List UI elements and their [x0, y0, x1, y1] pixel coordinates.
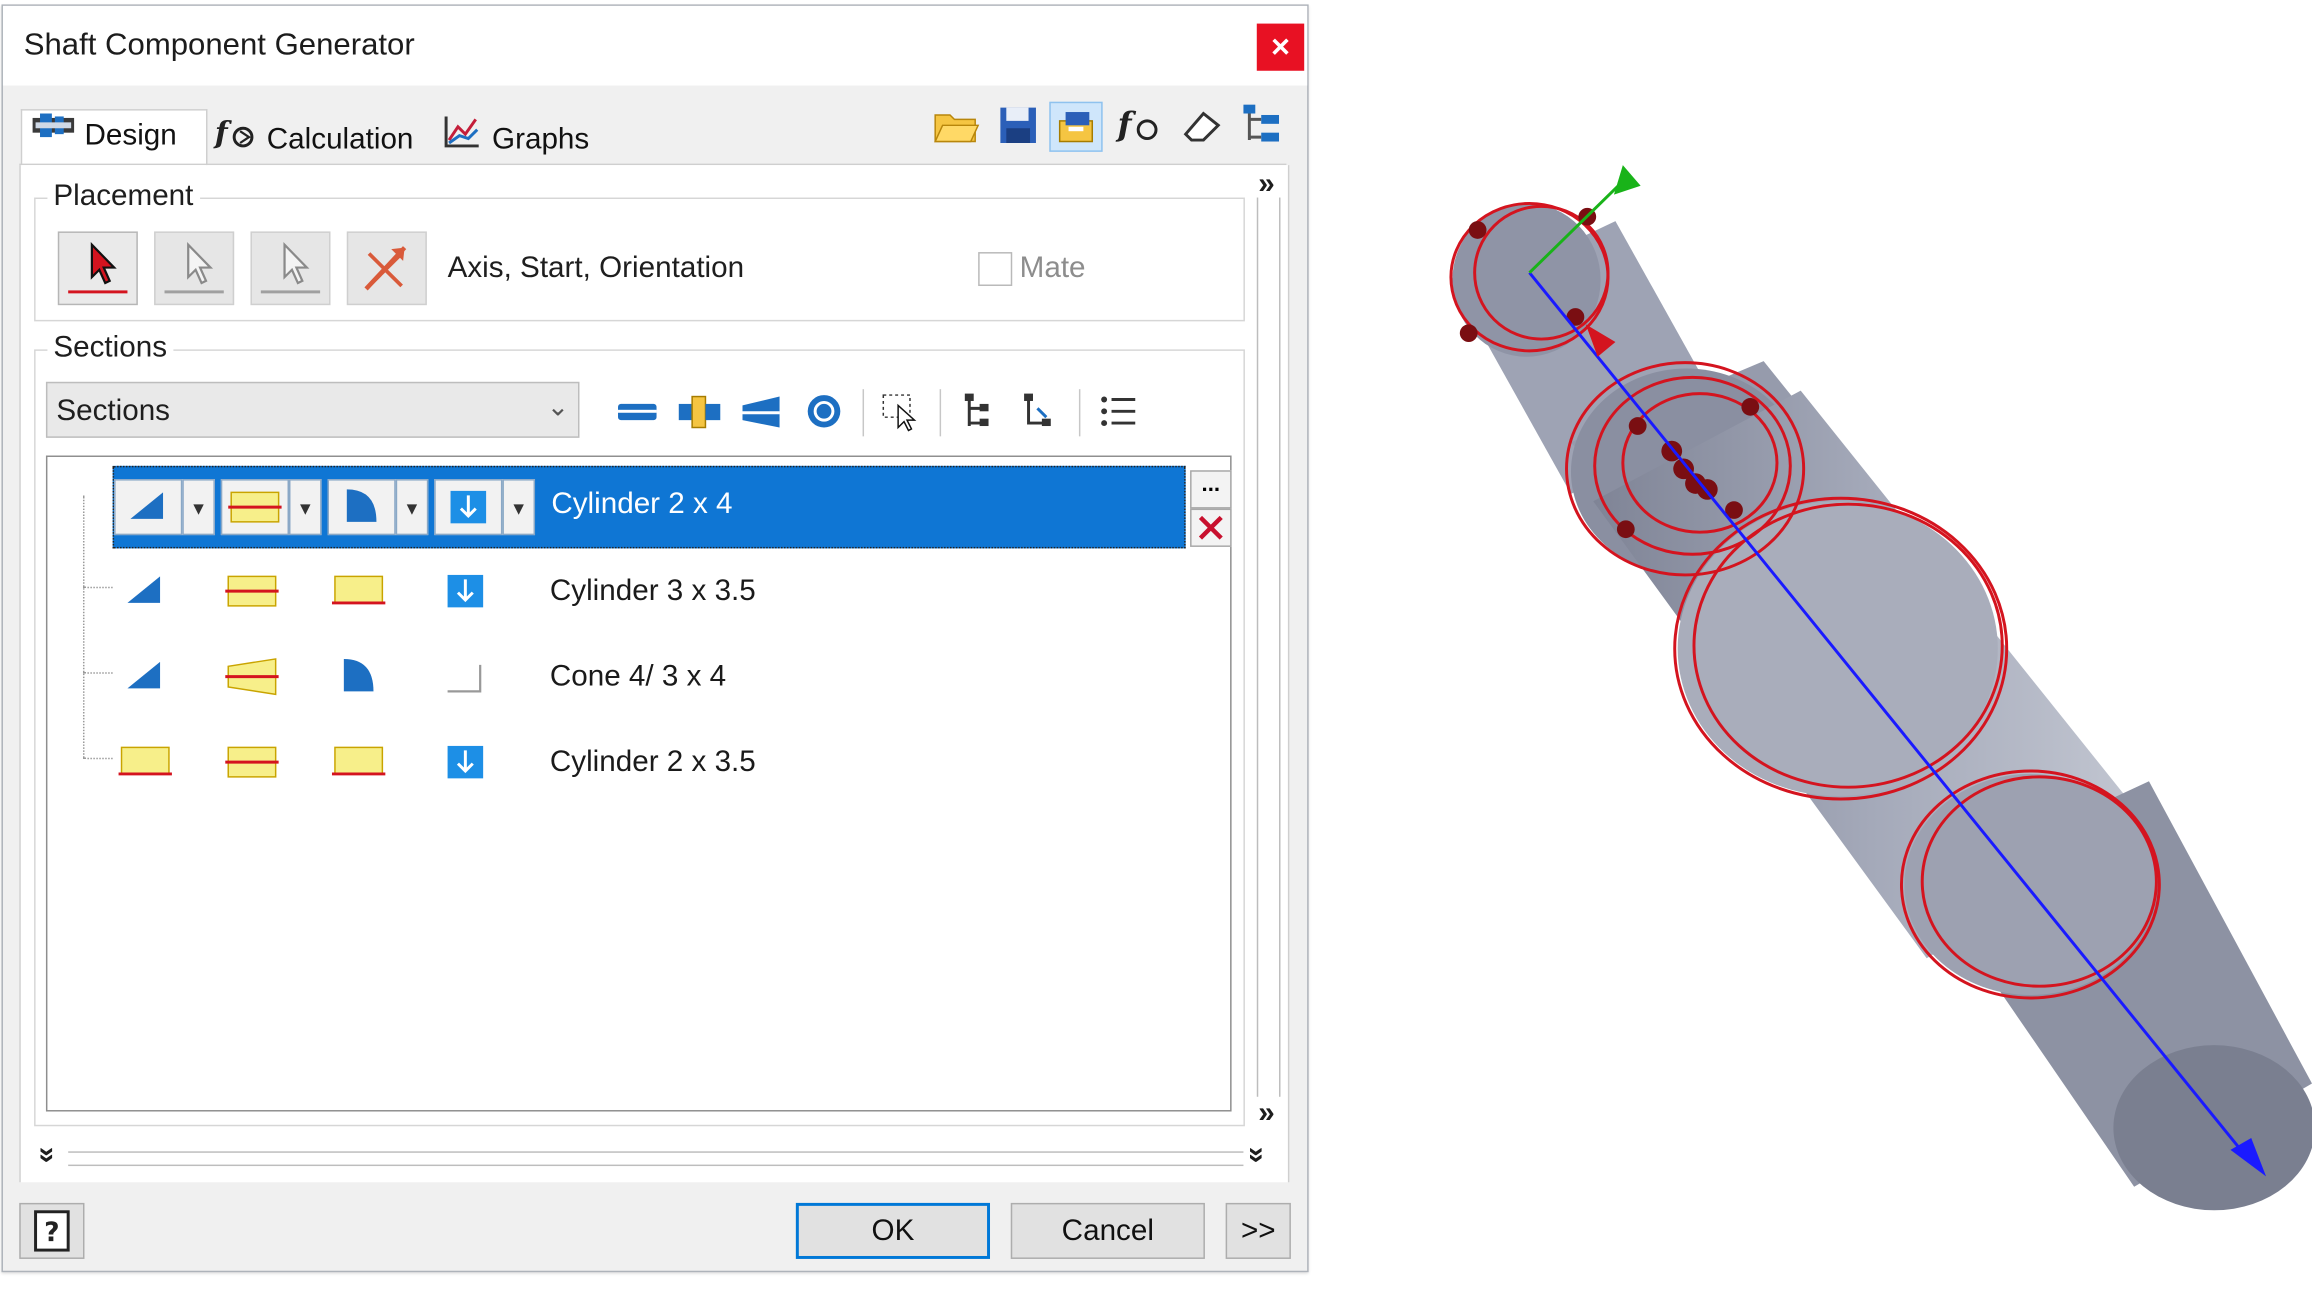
help-button[interactable]: ? [19, 1202, 85, 1259]
section-cone-icon[interactable] [219, 652, 284, 702]
section-cylinder-icon[interactable] [219, 737, 284, 787]
section-row-2[interactable]: Cylinder 3 x 3.5 [113, 554, 1180, 628]
ok-button[interactable]: OK [795, 1202, 991, 1259]
chevron-down-icon: ⌄ [546, 392, 570, 422]
right-edge-plain-icon[interactable] [326, 566, 391, 616]
section-label: Cylinder 2 x 4 [551, 487, 733, 521]
right-edge-fillet-icon[interactable] [327, 479, 396, 536]
title-bar: Shaft Component Generator × [2, 5, 1308, 86]
screen: Shaft Component Generator × Design f Cal… [0, 0, 2312, 1312]
chevron-down-icon[interactable]: ▼ [395, 479, 429, 536]
design-icon [31, 111, 75, 163]
tree-connector [82, 586, 113, 589]
sections-label: Sections [47, 331, 173, 366]
shaft-3d-preview[interactable] [1408, 147, 2312, 1223]
tree-collapse-icon[interactable] [1017, 388, 1064, 435]
dialog-title: Shaft Component Generator [23, 28, 415, 62]
expand-down-chevron-icon[interactable]: » [1239, 1147, 1274, 1163]
help-icon: ? [44, 1217, 59, 1248]
more-options-button[interactable]: ... [1190, 470, 1232, 509]
tab-design-label: Design [84, 119, 177, 152]
mate-label: Mate [1019, 252, 1086, 285]
tab-graphs-label: Graphs [492, 123, 590, 156]
insert-cone-icon[interactable] [676, 388, 723, 435]
left-edge-chamfer-icon[interactable] [114, 479, 183, 536]
shaft-generator-dialog: Shaft Component Generator × Design f Cal… [1, 4, 1309, 1273]
section-label: Cone 4/ 3 x 4 [549, 660, 727, 693]
eraser-icon[interactable] [1177, 102, 1227, 149]
section-feature-icon[interactable] [434, 479, 503, 536]
tree-connector [82, 757, 113, 760]
chevron-down-icon[interactable]: ▼ [502, 479, 536, 536]
section-label: Cylinder 3 x 3.5 [549, 574, 756, 608]
tree-connector [82, 495, 85, 758]
vertical-splitter[interactable] [1256, 197, 1281, 1097]
mate-checkbox[interactable] [978, 252, 1013, 286]
chevron-down-icon[interactable]: ▼ [182, 479, 215, 536]
insert-cylinder-icon[interactable] [614, 388, 661, 435]
expand-right-chevron-icon[interactable]: » [1258, 168, 1274, 202]
delete-section-button[interactable] [1190, 508, 1232, 547]
expand-down-chevron-icon[interactable]: » [30, 1147, 64, 1163]
toolbar-separator [1078, 389, 1081, 437]
calculation-fx-icon[interactable]: f [1115, 102, 1165, 149]
more-button[interactable]: >> [1225, 1202, 1291, 1259]
sections-combo[interactable]: Sections ⌄ [45, 381, 580, 438]
empty-feature-icon[interactable] [433, 652, 498, 702]
right-edge-plain-icon[interactable] [326, 737, 391, 787]
open-folder-icon[interactable] [931, 102, 981, 149]
select-axis-button[interactable] [57, 231, 138, 306]
section-row-1[interactable]: ▼ ▼ ▼ ▼ Cylinder 2 x 4 ... [112, 465, 1232, 549]
toolbar-separator [862, 389, 865, 437]
section-row-3[interactable]: Cone 4/ 3 x 4 [113, 640, 1180, 714]
sections-combo-value: Sections [56, 395, 171, 428]
toolbar-separator [939, 389, 942, 437]
left-edge-chamfer-icon[interactable] [113, 566, 178, 616]
left-edge-chamfer-icon[interactable] [113, 652, 178, 702]
calculation-fx-icon: f [213, 114, 257, 169]
tab-graphs[interactable]: Graphs [433, 114, 608, 164]
svg-text:f: f [1115, 105, 1136, 144]
cancel-button[interactable]: Cancel [1010, 1202, 1205, 1259]
insert-polygon-icon[interactable] [738, 388, 785, 435]
sections-tree[interactable]: ▼ ▼ ▼ ▼ Cylinder 2 x 4 ... Cylinder 3 x … [45, 455, 1232, 1112]
tree-expand-icon[interactable] [954, 388, 1001, 435]
chevron-down-icon[interactable]: ▼ [288, 479, 322, 536]
shaft-axis-line [1528, 271, 2254, 1166]
left-edge-plain-icon[interactable] [113, 737, 178, 787]
section-feature-icon[interactable] [433, 737, 498, 787]
section-row-4[interactable]: Cylinder 2 x 3.5 [113, 725, 1180, 799]
select-orientation-button[interactable] [250, 231, 331, 306]
placement-selection-text: Axis, Start, Orientation [447, 252, 745, 285]
tree-connector [82, 672, 113, 674]
close-button[interactable]: × [1256, 23, 1305, 71]
tab-design[interactable]: Design [20, 109, 208, 167]
list-icon[interactable] [1094, 388, 1141, 435]
placement-label: Placement [47, 179, 200, 214]
save-icon[interactable] [993, 102, 1043, 149]
section-cylinder-icon[interactable] [220, 479, 289, 536]
horizontal-splitter[interactable] [68, 1151, 1244, 1167]
right-edge-fillet-icon[interactable] [326, 652, 391, 702]
tab-calculation[interactable]: f Calculation [205, 114, 430, 164]
expand-right-chevron-icon[interactable]: » [1258, 1097, 1274, 1131]
section-cylinder-icon[interactable] [219, 566, 284, 616]
svg-text:f: f [213, 115, 232, 150]
tab-calculation-label: Calculation [266, 123, 414, 156]
select-icon[interactable] [877, 388, 924, 435]
insert-polygon-2-icon[interactable] [800, 388, 847, 435]
select-start-button[interactable] [154, 231, 235, 306]
tree-icon[interactable] [1239, 102, 1289, 149]
section-label: Cylinder 2 x 3.5 [549, 745, 756, 779]
options-icon[interactable] [1049, 101, 1103, 152]
graphs-icon [442, 114, 483, 169]
flip-direction-button[interactable] [346, 231, 427, 306]
section-feature-icon[interactable] [433, 566, 498, 616]
